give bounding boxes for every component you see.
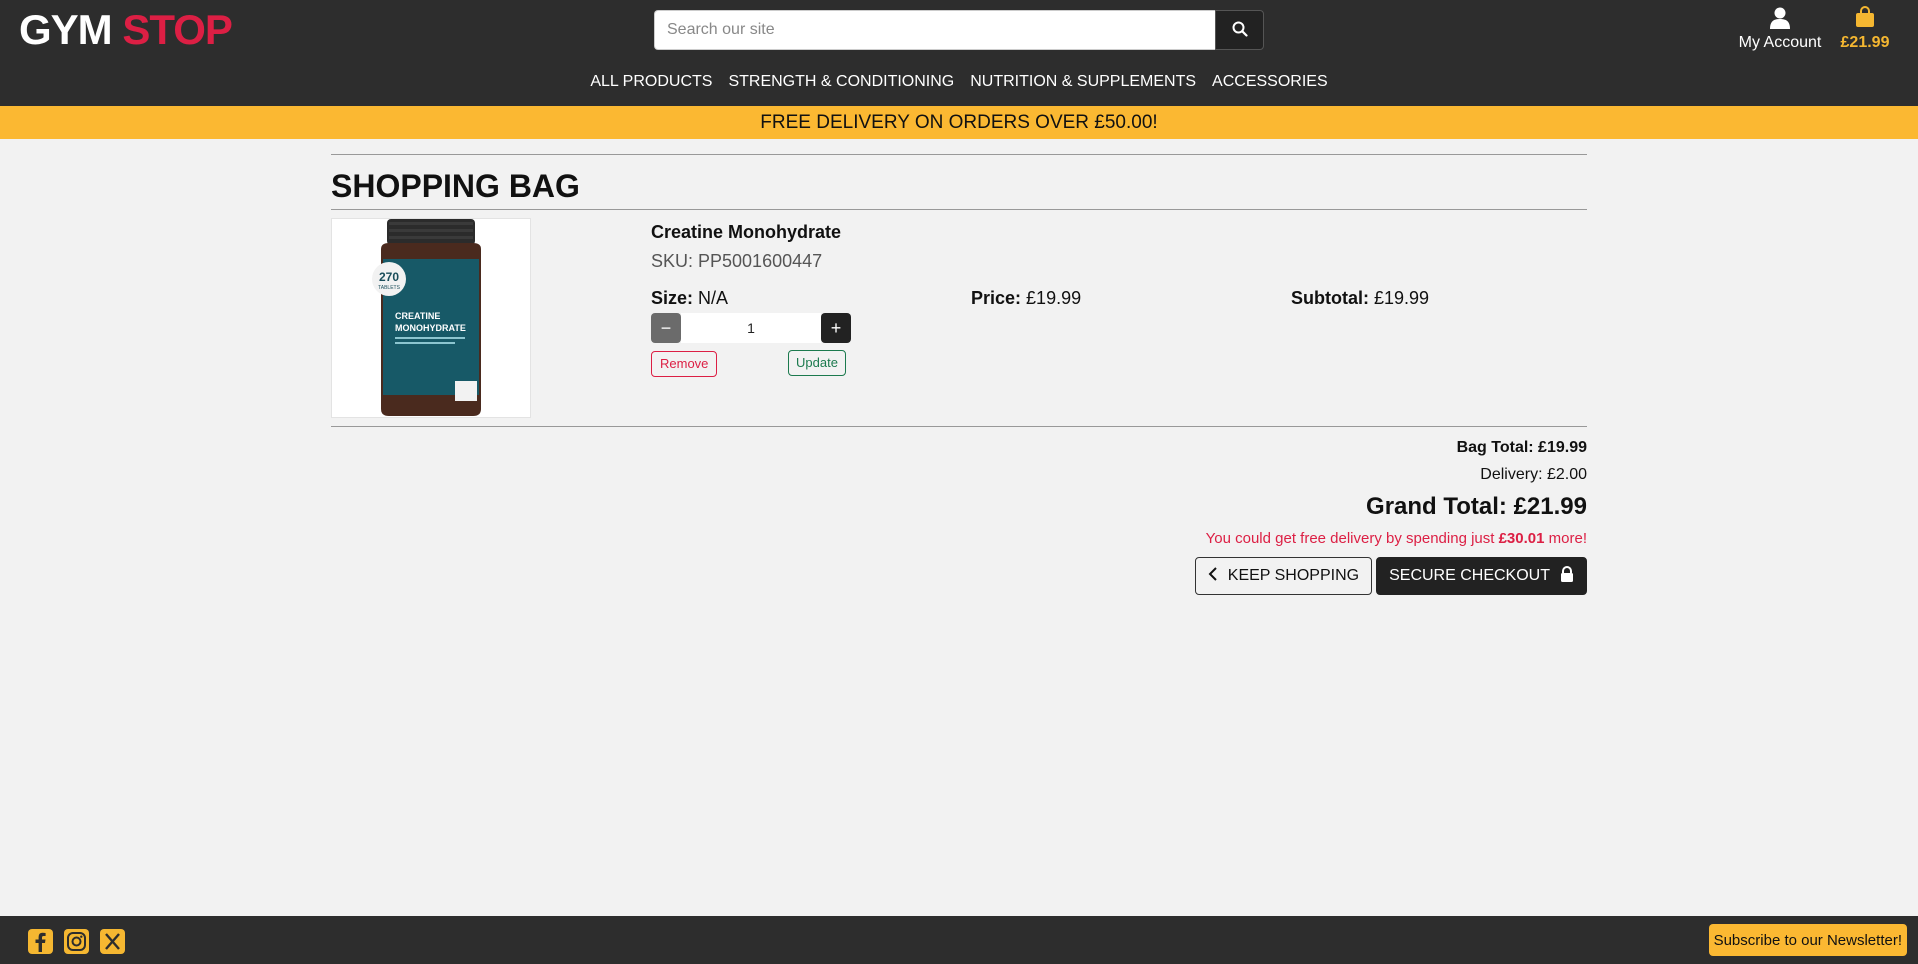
product-size: Size: N/A <box>651 288 728 309</box>
search-form <box>654 10 1264 50</box>
free-delivery-amount: £30.01 <box>1498 530 1545 547</box>
quantity-stepper: − + <box>651 313 851 343</box>
free-delivery-suffix: more! <box>1544 530 1587 547</box>
creatine-bottle-image: 270 TABLETS CREATINE MONOHYDRATE <box>372 219 481 416</box>
delivery-cost: Delivery: £2.00 <box>1480 466 1587 483</box>
nav-nutrition-supplements[interactable]: NUTRITION & SUPPLEMENTS <box>970 70 1196 94</box>
main-nav: ALL PRODUCTS STRENGTH & CONDITIONING NUT… <box>0 70 1918 94</box>
secure-checkout-button[interactable]: SECURE CHECKOUT <box>1376 557 1587 595</box>
free-delivery-message: You could get free delivery by spending … <box>331 525 1587 553</box>
svg-text:MONOHYDRATE: MONOHYDRATE <box>395 323 466 333</box>
site-footer: Subscribe to our Newsletter! <box>0 916 1918 964</box>
free-delivery-text: You could get free delivery by spending … <box>1205 530 1499 547</box>
instagram-icon[interactable] <box>63 928 90 955</box>
social-links <box>27 928 126 955</box>
remove-button[interactable]: Remove <box>651 351 718 377</box>
page-title: SHOPPING BAG <box>331 168 580 204</box>
update-button[interactable]: Update <box>788 350 846 376</box>
nav-accessories[interactable]: ACCESSORIES <box>1212 70 1328 94</box>
bag-total: Bag Total: £19.99 <box>1456 439 1587 456</box>
subtotal-value: £19.99 <box>1374 288 1430 308</box>
secure-checkout-label: SECURE CHECKOUT <box>1389 567 1550 584</box>
keep-shopping-label: KEEP SHOPPING <box>1227 567 1360 584</box>
bag-total-amount: £21.99 <box>1840 34 1890 51</box>
divider <box>331 426 1587 427</box>
subtotal-label: Subtotal: <box>1291 288 1369 308</box>
product-price: Price: £19.99 <box>971 288 1081 309</box>
facebook-icon[interactable] <box>27 928 54 955</box>
site-logo[interactable]: GYM STOP <box>19 6 233 54</box>
svg-text:TABLETS: TABLETS <box>378 285 401 291</box>
size-value: N/A <box>698 288 729 308</box>
logo-text-gym: GYM <box>19 6 113 53</box>
my-account-link[interactable]: My Account <box>1730 6 1830 52</box>
x-icon[interactable] <box>99 928 126 955</box>
free-delivery-banner: FREE DELIVERY ON ORDERS OVER £50.00! <box>0 106 1918 139</box>
chevron-left-icon <box>1208 566 1218 586</box>
svg-text:CREATINE: CREATINE <box>395 311 440 321</box>
user-icon <box>1730 6 1830 32</box>
size-label: Size: <box>651 288 694 308</box>
newsletter-button[interactable]: Subscribe to our Newsletter! <box>1708 924 1907 956</box>
search-input[interactable] <box>654 10 1215 50</box>
increment-button[interactable]: + <box>821 313 851 343</box>
price-label: Price: <box>971 288 1022 308</box>
quantity-input[interactable] <box>681 313 821 343</box>
bag-actions: KEEP SHOPPING SECURE CHECKOUT <box>331 557 1587 595</box>
nav-all-products[interactable]: ALL PRODUCTS <box>590 70 712 94</box>
product-image[interactable]: 270 TABLETS CREATINE MONOHYDRATE <box>331 218 531 418</box>
product-subtotal: Subtotal: £19.99 <box>1291 288 1429 309</box>
grand-total: Grand Total: £21.99 <box>1366 493 1587 520</box>
my-account-label: My Account <box>1738 34 1822 51</box>
nav-strength-conditioning[interactable]: STRENGTH & CONDITIONING <box>728 70 954 94</box>
search-button[interactable] <box>1215 10 1264 50</box>
site-header: GYM STOP My Account £21.99 ALL PRODUCTS … <box>0 0 1918 106</box>
shopping-bag-content: SHOPPING BAG 270 TABLETS CREATINE MONOHY… <box>331 154 1587 595</box>
bag-item: 270 TABLETS CREATINE MONOHYDRATE Creatin… <box>331 210 1587 426</box>
product-name[interactable]: Creatine Monohydrate <box>651 222 841 243</box>
price-value: £19.99 <box>1026 288 1082 308</box>
lock-icon <box>1560 565 1574 587</box>
decrement-button[interactable]: − <box>651 313 681 343</box>
keep-shopping-button[interactable]: KEEP SHOPPING <box>1194 557 1373 595</box>
logo-text-stop: STOP <box>122 6 233 53</box>
search-icon <box>1232 21 1248 40</box>
shopping-bag-icon <box>1834 6 1896 32</box>
shopping-bag-link[interactable]: £21.99 <box>1834 6 1896 52</box>
product-sku: SKU: PP5001600447 <box>651 251 823 271</box>
svg-text:270: 270 <box>379 270 399 284</box>
bag-totals: Bag Total: £19.99 Delivery: £2.00 Grand … <box>331 435 1587 595</box>
